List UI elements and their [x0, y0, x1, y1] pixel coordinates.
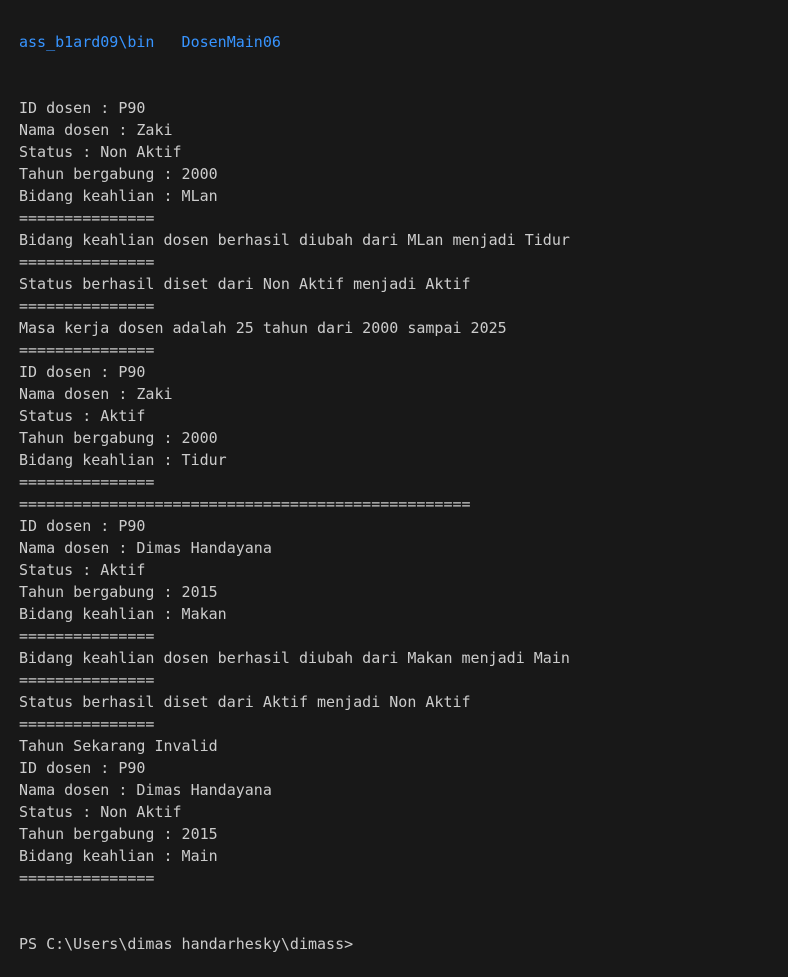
output-line: Status : Aktif	[19, 407, 146, 425]
output-line: Bidang keahlian : Tidur	[19, 451, 227, 469]
separator-line: ========================================…	[19, 495, 471, 513]
output-line: Tahun bergabung : 2000	[19, 165, 218, 183]
output-line: Nama dosen : Dimas Handayana	[19, 781, 272, 799]
separator-line: ===============	[19, 473, 155, 491]
output-line: Status : Aktif	[19, 561, 146, 579]
output-line: Nama dosen : Zaki	[19, 121, 173, 139]
output-line: Status : Non Aktif	[19, 143, 182, 161]
output-line: Bidang keahlian : Makan	[19, 605, 227, 623]
terminal-output[interactable]: ass_b1ard09\bin DosenMain06 ID dosen : P…	[19, 0, 570, 977]
output-line: Bidang keahlian dosen berhasil diubah da…	[19, 649, 570, 667]
separator-line: ===============	[19, 715, 155, 733]
output-line: ID dosen : P90	[19, 363, 146, 381]
command-path-line: ass_b1ard09\bin DosenMain06	[19, 33, 281, 51]
output-line: Tahun bergabung : 2015	[19, 825, 218, 843]
output-lines: ID dosen : P90 Nama dosen : Zaki Status : …	[19, 97, 570, 889]
output-line: Bidang keahlian : Main	[19, 847, 218, 865]
output-line: Status : Non Aktif	[19, 803, 182, 821]
separator-line: ===============	[19, 627, 155, 645]
output-line: Tahun bergabung : 2015	[19, 583, 218, 601]
separator-line: ===============	[19, 297, 155, 315]
output-line: Tahun bergabung : 2000	[19, 429, 218, 447]
output-line: Bidang keahlian dosen berhasil diubah da…	[19, 231, 570, 249]
output-line: Nama dosen : Dimas Handayana	[19, 539, 272, 557]
output-line: Nama dosen : Zaki	[19, 385, 173, 403]
output-line: Tahun Sekarang Invalid	[19, 737, 218, 755]
output-line: Bidang keahlian : MLan	[19, 187, 218, 205]
separator-line: ===============	[19, 341, 155, 359]
output-line: ID dosen : P90	[19, 759, 146, 777]
output-line: Status berhasil diset dari Aktif menjadi…	[19, 693, 471, 711]
separator-line: ===============	[19, 253, 155, 271]
output-line: ID dosen : P90	[19, 517, 146, 535]
shell-prompt[interactable]: PS C:\Users\dimas handarhesky\dimass>	[19, 933, 570, 955]
separator-line: ===============	[19, 869, 155, 887]
output-line: Masa kerja dosen adalah 25 tahun dari 20…	[19, 319, 507, 337]
output-line: Status berhasil diset dari Non Aktif men…	[19, 275, 471, 293]
separator-line: ===============	[19, 209, 155, 227]
separator-line: ===============	[19, 671, 155, 689]
output-line: ID dosen : P90	[19, 99, 146, 117]
